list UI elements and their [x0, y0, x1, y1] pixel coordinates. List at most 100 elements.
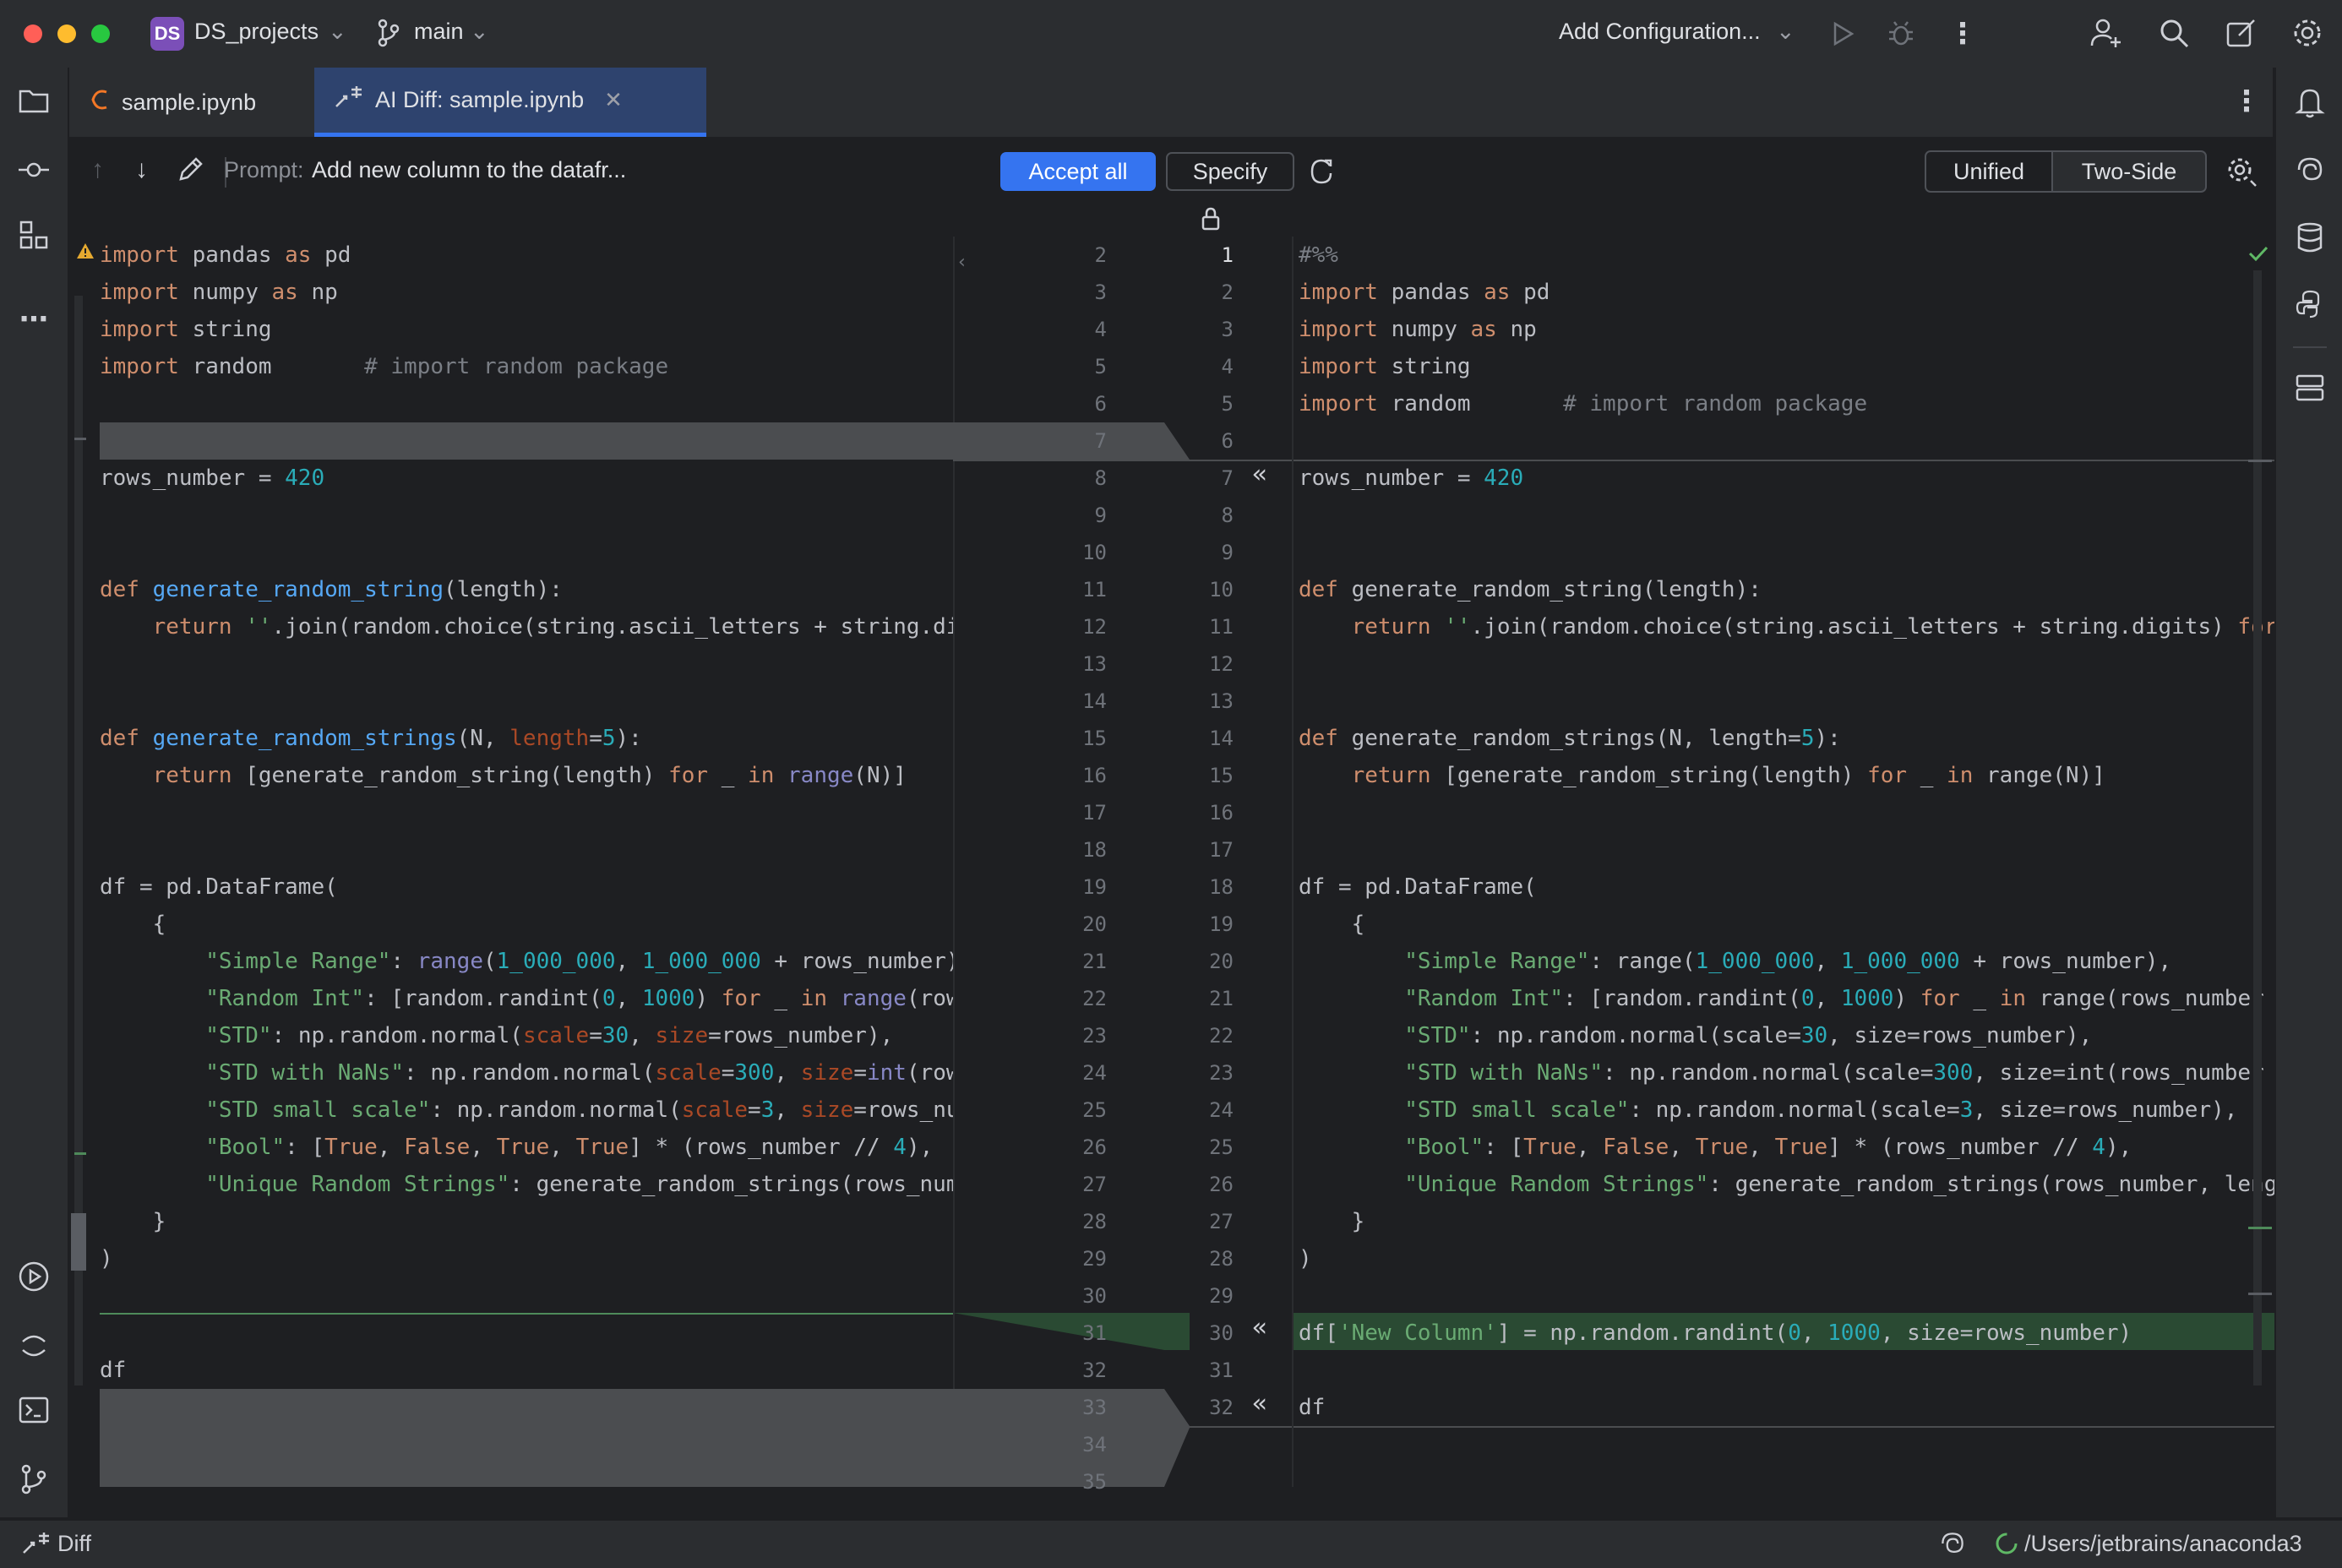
code-line[interactable]: "STD small scale": np.random.normal(scal… — [1299, 1092, 2237, 1129]
code-line[interactable]: def generate_random_string(length): — [100, 571, 563, 608]
accept-all-button[interactable]: Accept all — [1000, 152, 1156, 191]
code-line[interactable]: "Random Int": [random.randint(0, 1000) f… — [100, 980, 953, 1017]
code-line[interactable]: def generate_random_string(length): — [1299, 571, 1762, 608]
code-line[interactable]: import random # import random package — [1299, 385, 1867, 422]
code-line[interactable]: ) — [1299, 1240, 1312, 1277]
code-line[interactable]: "Simple Range": range(1_000_000, 1_000_0… — [1299, 943, 2171, 980]
code-line[interactable]: "STD with NaNs": np.random.normal(scale=… — [100, 1054, 953, 1092]
code-line[interactable]: return [generate_random_string(length) f… — [1299, 757, 2105, 794]
close-icon[interactable]: ✕ — [604, 87, 623, 113]
code-line[interactable]: import pandas as pd — [100, 237, 351, 274]
window-close-button[interactable] — [24, 24, 42, 43]
chevron-down-icon[interactable]: ⌄ — [1776, 19, 1795, 45]
code-line[interactable]: "STD": np.random.normal(scale=30, size=r… — [100, 1017, 893, 1054]
code-line[interactable]: "STD with NaNs": np.random.normal(scale=… — [1299, 1054, 2274, 1092]
ai-assistant-status-icon[interactable] — [1938, 1529, 1967, 1562]
more-horizontal-icon[interactable]: ⋯ — [0, 302, 68, 336]
previous-difference-icon[interactable]: ↑ — [91, 155, 104, 184]
more-vertical-icon[interactable]: ⋮ — [1948, 17, 1977, 51]
settings-icon[interactable] — [2291, 17, 2323, 53]
two-side-view-toggle[interactable]: Two-Side — [2051, 150, 2207, 193]
edit-pencil-icon[interactable] — [177, 154, 203, 187]
regenerate-icon[interactable] — [1308, 157, 1335, 190]
code-line[interactable]: df = pd.DataFrame( — [1299, 868, 1537, 906]
lock-icon[interactable] — [1200, 206, 1222, 236]
code-line[interactable]: rows_number = 420 — [100, 460, 324, 497]
tab-sample-ipynb[interactable]: sample.ipynb — [90, 68, 256, 137]
revert-change-icon[interactable]: « — [1252, 1313, 1267, 1342]
code-line[interactable]: { — [1299, 906, 1365, 943]
code-line[interactable]: "Random Int": [random.randint(0, 1000) f… — [1299, 980, 2274, 1017]
code-line[interactable]: "Bool": [True, False, True, True] * (row… — [1299, 1129, 2132, 1166]
code-line[interactable]: return ''.join(random.choice(string.asci… — [1299, 608, 2274, 645]
code-line[interactable]: df['New Column'] = np.random.randint(0, … — [1299, 1315, 2132, 1352]
right-editor-modified[interactable]: #%% import pandas as pd import numpy as np… — [1294, 237, 2274, 1487]
revert-change-icon[interactable]: « — [1252, 460, 1267, 489]
jupyter-icon[interactable] — [0, 1330, 68, 1369]
prompt-text[interactable]: Add new column to the datafr... — [312, 157, 626, 183]
tab-ai-diff-sample-ipynb[interactable]: AI Diff: sample.ipynb ✕ — [314, 68, 706, 137]
next-difference-icon[interactable]: ↓ — [135, 155, 148, 184]
code-line[interactable]: "STD small scale": np.random.normal(scal… — [100, 1092, 953, 1129]
code-line[interactable]: } — [1299, 1203, 1365, 1240]
unified-view-toggle[interactable]: Unified — [1925, 150, 2053, 193]
code-line[interactable]: #%% — [1299, 237, 1338, 274]
code-line[interactable]: import numpy as np — [1299, 311, 1537, 348]
left-editor-original[interactable]: import pandas as pd import numpy as np imp… — [69, 237, 953, 1487]
chevron-down-icon[interactable]: ⌄ — [328, 19, 347, 45]
database-icon[interactable] — [2276, 221, 2342, 261]
git-icon[interactable] — [0, 1463, 68, 1503]
search-icon[interactable] — [2158, 17, 2190, 53]
add-user-icon[interactable] — [2090, 17, 2122, 53]
code-line[interactable]: } — [100, 1203, 166, 1240]
code-line[interactable]: "Simple Range": range(1_000_000, 1_000_0… — [100, 943, 953, 980]
code-line[interactable]: import string — [100, 311, 272, 348]
code-line[interactable]: df — [100, 1352, 126, 1389]
code-line[interactable]: "Unique Random Strings": generate_random… — [100, 1166, 953, 1203]
code-line[interactable]: "STD": np.random.normal(scale=30, size=r… — [1299, 1017, 2092, 1054]
window-minimize-button[interactable] — [57, 24, 76, 43]
ai-assistant-icon[interactable] — [2276, 154, 2342, 193]
code-with-me-icon[interactable] — [2225, 17, 2258, 53]
python-packages-icon[interactable] — [2276, 289, 2342, 327]
commit-icon[interactable] — [0, 157, 68, 190]
code-line[interactable]: def generate_random_strings(N, length=5)… — [1299, 720, 1841, 757]
code-line[interactable]: return [generate_random_string(length) f… — [100, 757, 907, 794]
specify-button[interactable]: Specify — [1166, 152, 1294, 191]
code-line[interactable]: df — [1299, 1389, 1325, 1426]
tab-more-icon[interactable]: ⋮ — [2232, 84, 2261, 118]
code-line[interactable]: import random # import random package — [100, 348, 668, 385]
python-interpreter-path[interactable]: /Users/jetbrains/anaconda3 — [2024, 1531, 2302, 1557]
code-line[interactable]: rows_number = 420 — [1299, 460, 1523, 497]
code-line[interactable]: df = pd.DataFrame( — [100, 868, 338, 906]
structure-icon[interactable] — [0, 220, 68, 258]
code-line[interactable]: "Bool": [True, False, True, True] * (row… — [100, 1129, 933, 1166]
run-icon[interactable] — [1830, 20, 1855, 52]
window-maximize-button[interactable] — [91, 24, 110, 43]
code-line[interactable]: return ''.join(random.choice(string.asci… — [100, 608, 953, 645]
notifications-bell-icon[interactable] — [2276, 86, 2342, 126]
code-line[interactable]: "Unique Random Strings": generate_random… — [1299, 1166, 2274, 1203]
project-badge[interactable]: DS — [150, 17, 184, 51]
revert-change-icon[interactable]: « — [1252, 1389, 1267, 1418]
code-line[interactable]: import string — [1299, 348, 1471, 385]
project-name-dropdown[interactable]: DS_projects — [194, 19, 319, 45]
warning-icon[interactable] — [76, 242, 95, 264]
branch-dropdown[interactable]: main — [414, 19, 464, 45]
code-line[interactable]: def generate_random_strings(N, length=5)… — [100, 720, 642, 757]
left-scrollbar-thumb[interactable] — [71, 1213, 86, 1271]
code-line[interactable]: import numpy as np — [100, 274, 338, 311]
debug-icon[interactable] — [1887, 20, 1914, 52]
run-tool-icon[interactable] — [0, 1260, 68, 1300]
status-breadcrumb[interactable]: Diff — [57, 1531, 91, 1557]
terminal-icon[interactable] — [0, 1396, 68, 1432]
project-folder-icon[interactable] — [0, 86, 68, 122]
diff-settings-icon[interactable] — [2225, 155, 2258, 192]
run-configuration-dropdown[interactable]: Add Configuration... — [1559, 19, 1761, 45]
code-line[interactable]: { — [100, 906, 166, 943]
services-icon[interactable] — [2276, 373, 2342, 410]
chevron-down-icon[interactable]: ⌄ — [470, 19, 489, 45]
code-line[interactable]: import pandas as pd — [1299, 274, 1550, 311]
right-vertical-scrollbar[interactable] — [2253, 270, 2262, 1386]
code-line[interactable]: ) — [100, 1240, 113, 1277]
